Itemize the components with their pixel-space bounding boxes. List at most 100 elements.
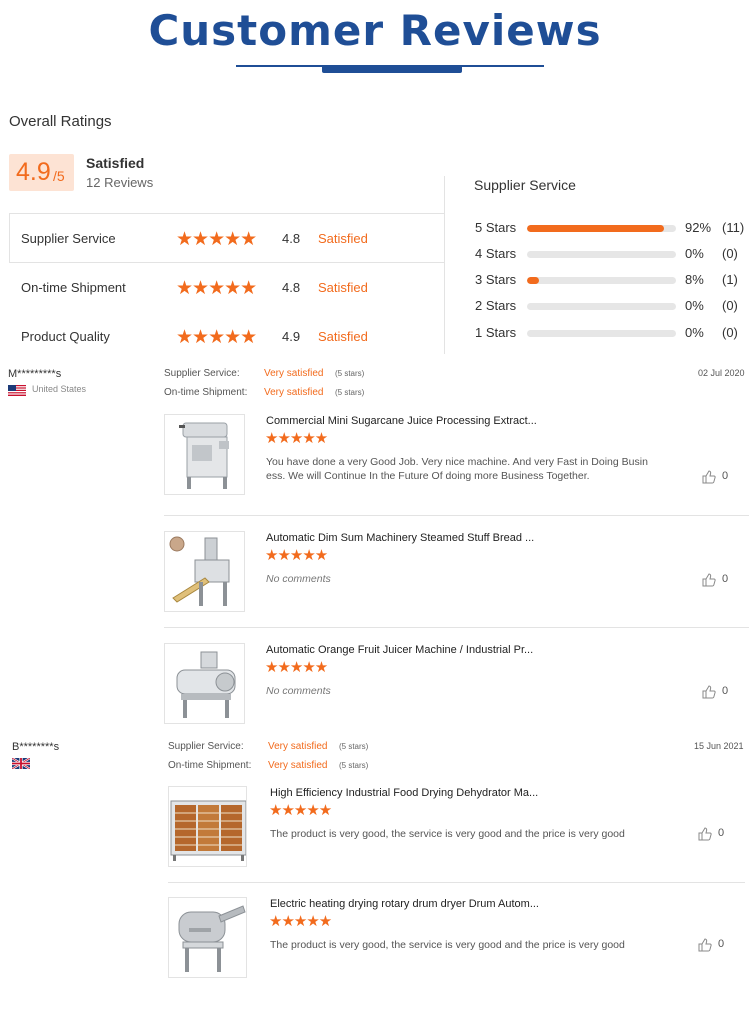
distribution-row: 1 Stars 0% (0) <box>475 325 745 341</box>
category-status: Satisfied <box>318 280 368 295</box>
star-rating-icon: ★★★★★ <box>176 229 257 250</box>
category-label: On-time Shipment <box>21 280 126 295</box>
count-label: (11) <box>722 220 745 235</box>
like-count: 0 <box>718 938 725 950</box>
product-title[interactable]: Automatic Dim Sum Machinery Steamed Stuf… <box>266 532 534 544</box>
meta-value: Very satisfied <box>264 368 324 379</box>
product-image[interactable] <box>164 531 245 612</box>
star-rating-icon: ★★★★★ <box>265 547 328 564</box>
product-image[interactable] <box>168 786 247 867</box>
overall-score-badge: 4.9 /5 <box>9 154 74 191</box>
progress-track <box>527 251 676 258</box>
like-count: 0 <box>718 827 725 839</box>
star-rating-icon: ★★★★★ <box>265 659 328 676</box>
progress-fill <box>527 225 665 232</box>
star-rating-icon: ★★★★★ <box>176 278 257 299</box>
meta-label: Supplier Service: <box>164 368 240 379</box>
review-comment: The product is very good, the service is… <box>270 828 625 840</box>
stars-label: 5 Stars <box>475 220 517 235</box>
reviews-count: 12 Reviews <box>86 175 154 190</box>
meta-stars: (5 stars) <box>335 388 365 397</box>
like-count: 0 <box>722 573 729 585</box>
drum-dryer-image <box>178 905 246 972</box>
category-on-time-shipment[interactable]: On-time Shipment ★★★★★ 4.8 Satisfied <box>21 278 431 299</box>
meta-stars: (5 stars) <box>339 761 369 770</box>
thumbs-up-icon <box>702 573 716 587</box>
divider <box>164 627 749 628</box>
divider <box>444 176 445 354</box>
percent-label: 0% <box>685 325 704 340</box>
review-comment: No comments <box>266 573 331 585</box>
title-underline-accent <box>322 66 462 73</box>
reviewer-name: B********s <box>12 741 60 753</box>
percent-label: 0% <box>685 246 704 261</box>
product-image[interactable] <box>164 643 245 724</box>
divider <box>164 515 749 516</box>
count-label: (0) <box>722 246 738 261</box>
percent-label: 0% <box>685 298 704 313</box>
meta-stars: (5 stars) <box>335 369 365 378</box>
product-title[interactable]: Automatic Orange Fruit Juicer Machine / … <box>266 644 533 656</box>
review-comment: You have done a very Good Job. Very nice… <box>266 456 648 482</box>
category-score: 4.8 <box>282 280 301 295</box>
star-rating-icon: ★★★★★ <box>176 327 257 348</box>
count-label: (1) <box>722 272 738 287</box>
thumbs-up-icon <box>698 938 712 952</box>
progress-track <box>527 303 676 310</box>
us-flag-icon <box>8 385 26 396</box>
progress-track <box>527 330 676 337</box>
star-rating-icon: ★★★★★ <box>269 913 332 930</box>
divider <box>168 882 745 883</box>
product-image[interactable] <box>164 414 245 495</box>
overall-score-suffix: /5 <box>53 168 65 184</box>
category-status: Satisfied <box>318 329 368 344</box>
product-image[interactable] <box>168 897 247 978</box>
distribution-row: 3 Stars 8% (1) <box>475 272 745 288</box>
percent-label: 92% <box>685 220 712 235</box>
percent-label: 8% <box>685 272 704 287</box>
food-dehydrator-image <box>170 800 246 861</box>
stars-label: 3 Stars <box>475 272 517 287</box>
category-label: Product Quality <box>21 329 110 344</box>
product-title[interactable]: Electric heating drying rotary drum drye… <box>270 898 539 910</box>
product-title[interactable]: Commercial Mini Sugarcane Juice Processi… <box>266 415 537 427</box>
meta-label: Supplier Service: <box>168 741 244 752</box>
overall-ratings-heading: Overall Ratings <box>9 113 112 130</box>
stars-label: 4 Stars <box>475 246 517 261</box>
category-label: Supplier Service <box>21 231 116 246</box>
like-count: 0 <box>722 685 729 697</box>
review-meta: Supplier Service: Very satisfied (5 star… <box>164 368 424 398</box>
category-product-quality[interactable]: Product Quality ★★★★★ 4.9 Satisfied <box>21 327 431 348</box>
reviewer-country: United States <box>32 384 87 394</box>
product-review: Automatic Orange Fruit Juicer Machine / … <box>164 643 749 725</box>
uk-flag-icon <box>12 758 30 769</box>
like-count: 0 <box>722 470 729 482</box>
reviewer-name: M*********s <box>8 368 62 380</box>
star-rating-icon: ★★★★★ <box>269 802 332 819</box>
review-date: 15 Jun 2021 <box>694 741 744 751</box>
meta-label: On-time Shipment: <box>168 760 252 771</box>
meta-value: Very satisfied <box>264 387 324 398</box>
page-title: Customer Reviews <box>148 6 602 55</box>
product-review: Commercial Mini Sugarcane Juice Processi… <box>164 414 749 516</box>
category-status: Satisfied <box>318 231 368 246</box>
count-label: (0) <box>722 298 738 313</box>
category-score: 4.9 <box>282 329 301 344</box>
distribution-heading: Supplier Service <box>474 177 576 193</box>
product-title[interactable]: High Efficiency Industrial Food Drying D… <box>270 787 538 799</box>
distribution-row: 5 Stars 92% (11) <box>475 220 745 236</box>
category-score: 4.8 <box>282 231 301 246</box>
juice-extractor-image <box>179 422 229 489</box>
progress-track <box>527 277 676 284</box>
stars-label: 2 Stars <box>475 298 517 313</box>
review-date: 02 Jul 2020 <box>698 368 745 378</box>
distribution-row: 2 Stars 0% (0) <box>475 298 745 314</box>
progress-fill <box>527 277 539 284</box>
thumbs-up-icon <box>702 685 716 699</box>
product-review: Electric heating drying rotary drum drye… <box>168 897 745 979</box>
dim-sum-machine-image <box>169 536 230 606</box>
product-review: High Efficiency Industrial Food Drying D… <box>168 786 745 883</box>
meta-value: Very satisfied <box>268 741 328 752</box>
meta-stars: (5 stars) <box>339 742 369 751</box>
category-supplier-service[interactable]: Supplier Service ★★★★★ 4.8 Satisfied <box>21 229 431 250</box>
